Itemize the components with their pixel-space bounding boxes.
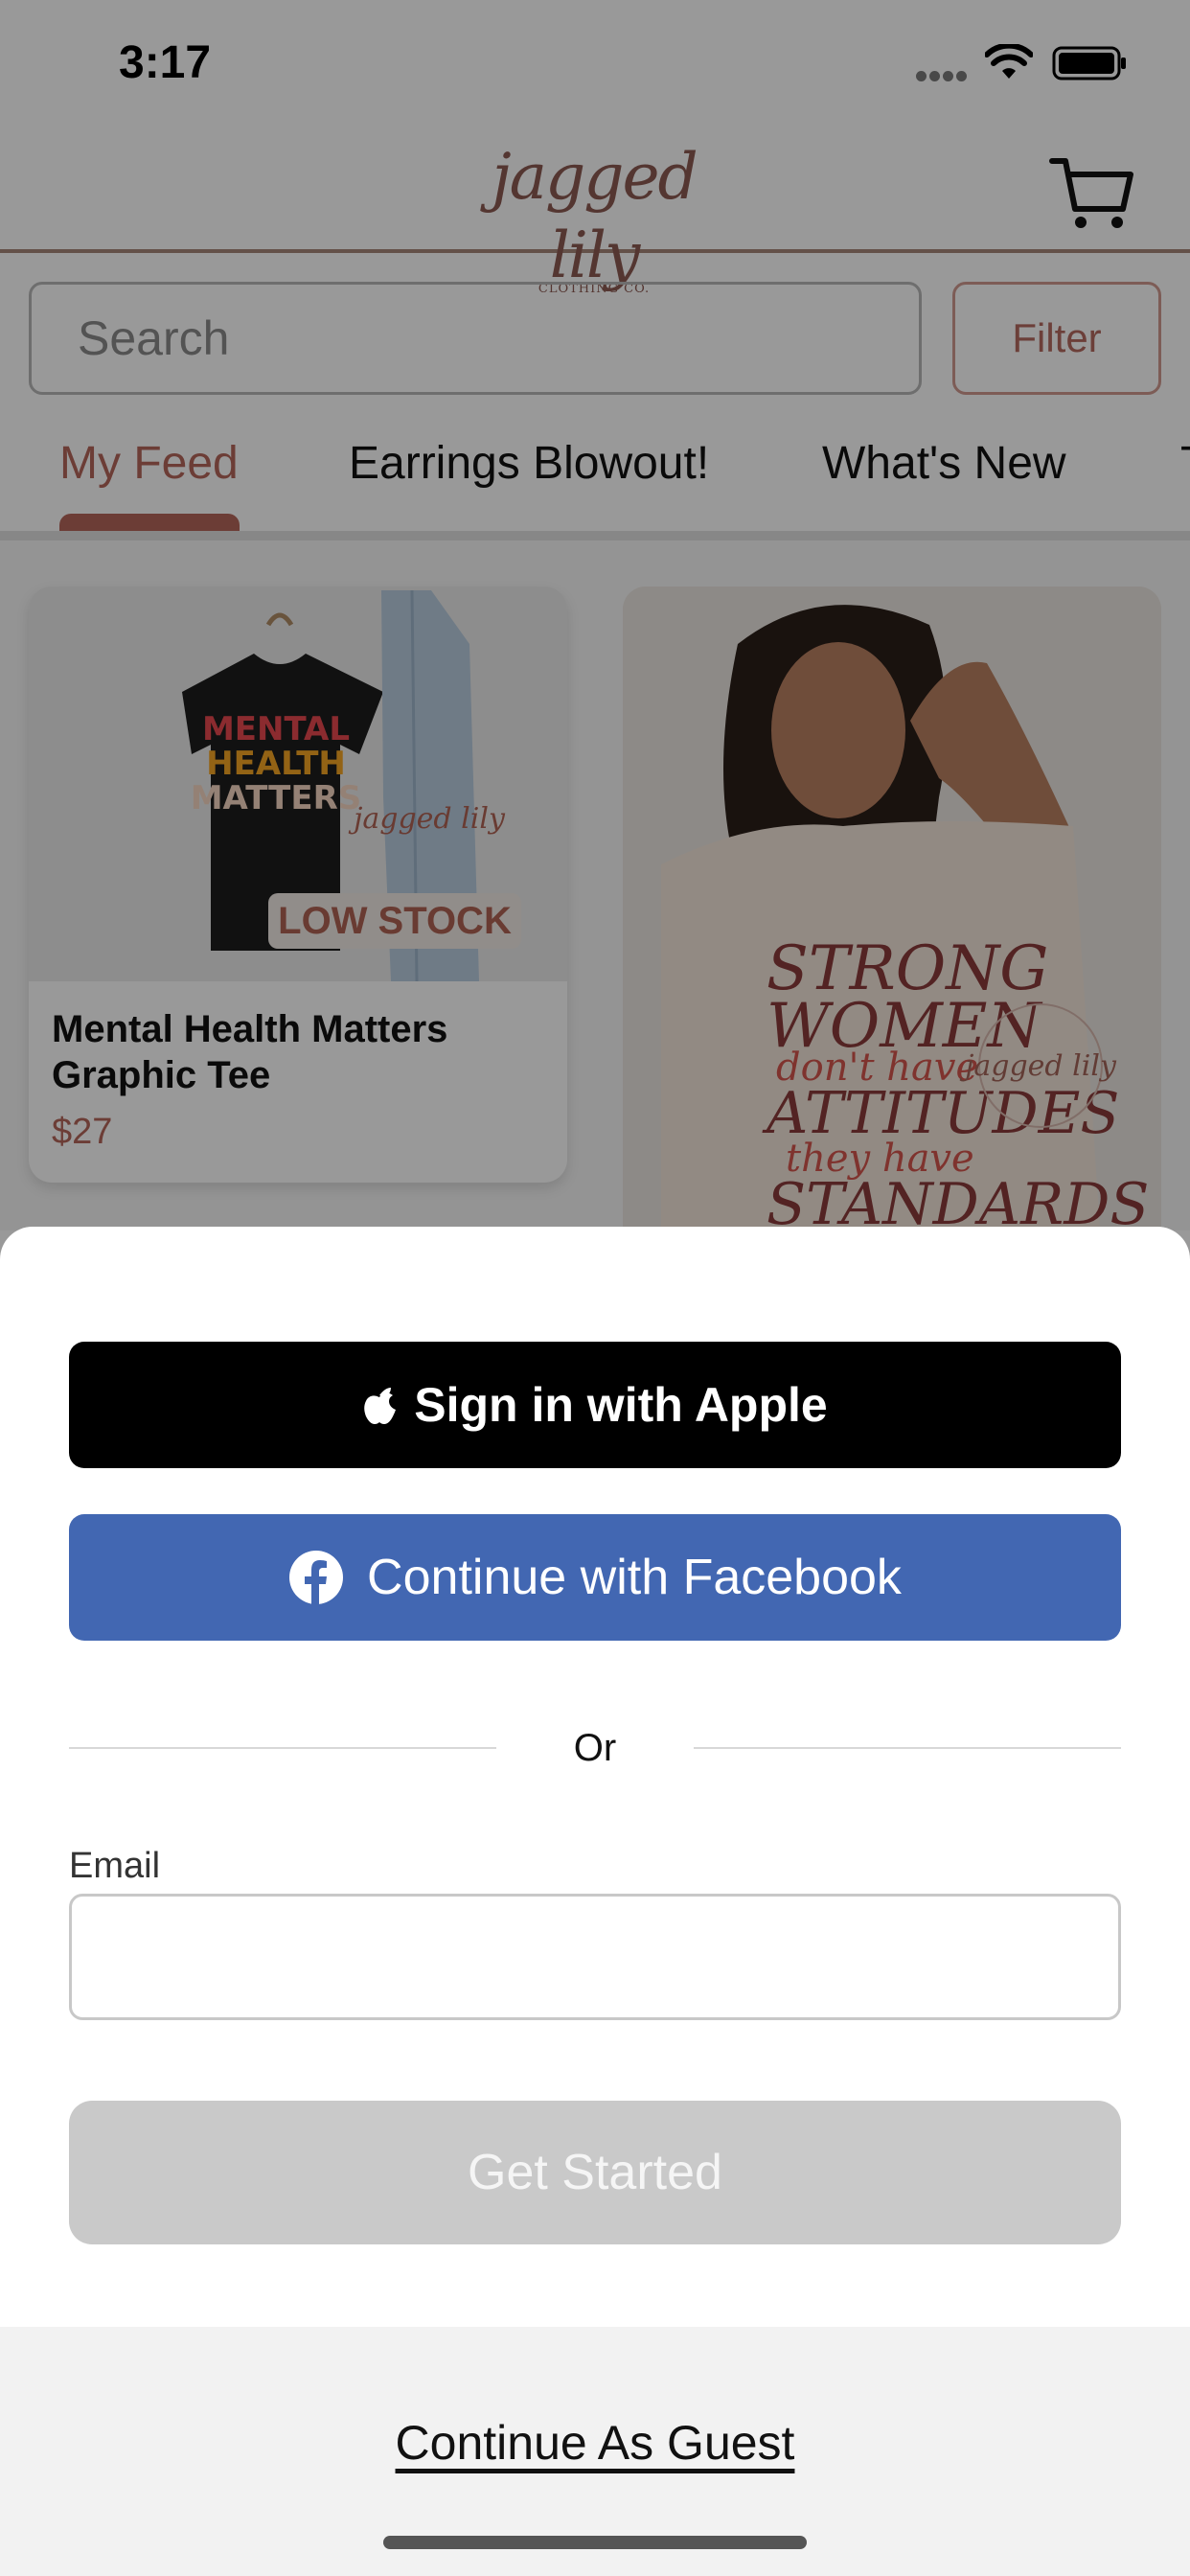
facebook-icon (289, 1551, 344, 1605)
get-started-button[interactable]: Get Started (69, 2101, 1121, 2244)
email-label: Email (69, 1846, 161, 1886)
continue-with-facebook-button[interactable]: Continue with Facebook (69, 1514, 1121, 1641)
divider-text: Or (573, 1727, 617, 1769)
home-indicator[interactable] (383, 2536, 807, 2549)
guest-footer: Continue As Guest (0, 2327, 1190, 2576)
continue-as-guest-link[interactable]: Continue As Guest (0, 2415, 1190, 2471)
apple-icon (364, 1388, 397, 1424)
or-divider: Or (69, 1719, 1121, 1777)
apple-button-label: Sign in with Apple (414, 1378, 828, 1432)
sign-in-with-apple-button[interactable]: Sign in with Apple (69, 1342, 1121, 1468)
email-field[interactable] (69, 1894, 1121, 2020)
facebook-button-label: Continue with Facebook (367, 1550, 902, 1605)
login-sheet: Sign in with Apple Continue with Faceboo… (0, 1227, 1190, 2576)
